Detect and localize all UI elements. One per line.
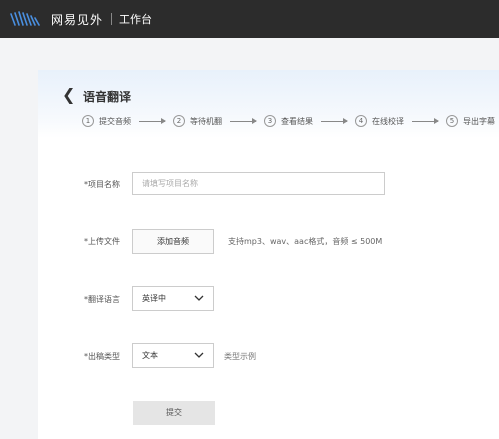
netease-logo-icon[interactable]	[9, 10, 44, 28]
translate-language-select[interactable]: 英译中	[132, 286, 214, 311]
translate-language-label: *翻译语言	[84, 295, 120, 304]
step-number: 2	[173, 115, 185, 127]
step-label: 提交音频	[99, 116, 131, 126]
translate-language-value: 英译中	[142, 294, 166, 303]
project-name-label: *项目名称	[84, 180, 120, 189]
step-progress: 1 提交音频 2 等待机翻 3 查看结果 4 在线校译 5 导出字幕	[82, 115, 495, 127]
step-label: 导出字幕	[463, 116, 495, 126]
step-arrow-icon	[139, 117, 166, 124]
step-label: 在线校译	[372, 116, 404, 126]
submit-button[interactable]: 提交	[133, 401, 215, 425]
chevron-down-icon	[194, 295, 204, 301]
step-number: 3	[264, 115, 276, 127]
output-type-select[interactable]: 文本	[132, 343, 214, 368]
output-type-label: *出稿类型	[84, 352, 120, 361]
back-icon[interactable]: ❮	[62, 85, 75, 105]
brand-name[interactable]: 网易见外	[51, 11, 103, 28]
step-5: 5 导出字幕	[446, 115, 495, 127]
workbench-link[interactable]: 工作台	[119, 11, 152, 27]
upload-file-label: *上传文件	[84, 237, 120, 246]
step-label: 等待机翻	[190, 116, 222, 126]
step-number: 5	[446, 115, 458, 127]
upload-hint: 支持mp3、wav、aac格式，音频 ≤ 500M	[228, 237, 383, 246]
chevron-down-icon	[194, 352, 204, 358]
step-arrow-icon	[230, 117, 257, 124]
add-audio-button[interactable]: 添加音频	[132, 229, 214, 254]
step-label: 查看结果	[281, 116, 313, 126]
card-header: ❮ 语音翻译 1 提交音频 2 等待机翻 3 查看结果 4 在线校译 5 导出字…	[38, 70, 499, 138]
step-4: 4 在线校译	[355, 115, 404, 127]
header-divider	[111, 13, 113, 25]
step-3: 3 查看结果	[264, 115, 313, 127]
output-type-value: 文本	[142, 351, 158, 360]
step-number: 4	[355, 115, 367, 127]
step-arrow-icon	[321, 117, 348, 124]
step-1: 1 提交音频	[82, 115, 131, 127]
step-arrow-icon	[412, 117, 439, 124]
step-number: 1	[82, 115, 94, 127]
output-type-example-link[interactable]: 类型示例	[224, 351, 256, 362]
top-bar: 网易见外 工作台	[0, 0, 499, 38]
project-name-input[interactable]: 请填写项目名称	[132, 172, 385, 195]
step-2: 2 等待机翻	[173, 115, 222, 127]
main-card: ❮ 语音翻译 1 提交音频 2 等待机翻 3 查看结果 4 在线校译 5 导出字…	[38, 70, 499, 439]
page-title: 语音翻译	[83, 90, 132, 104]
